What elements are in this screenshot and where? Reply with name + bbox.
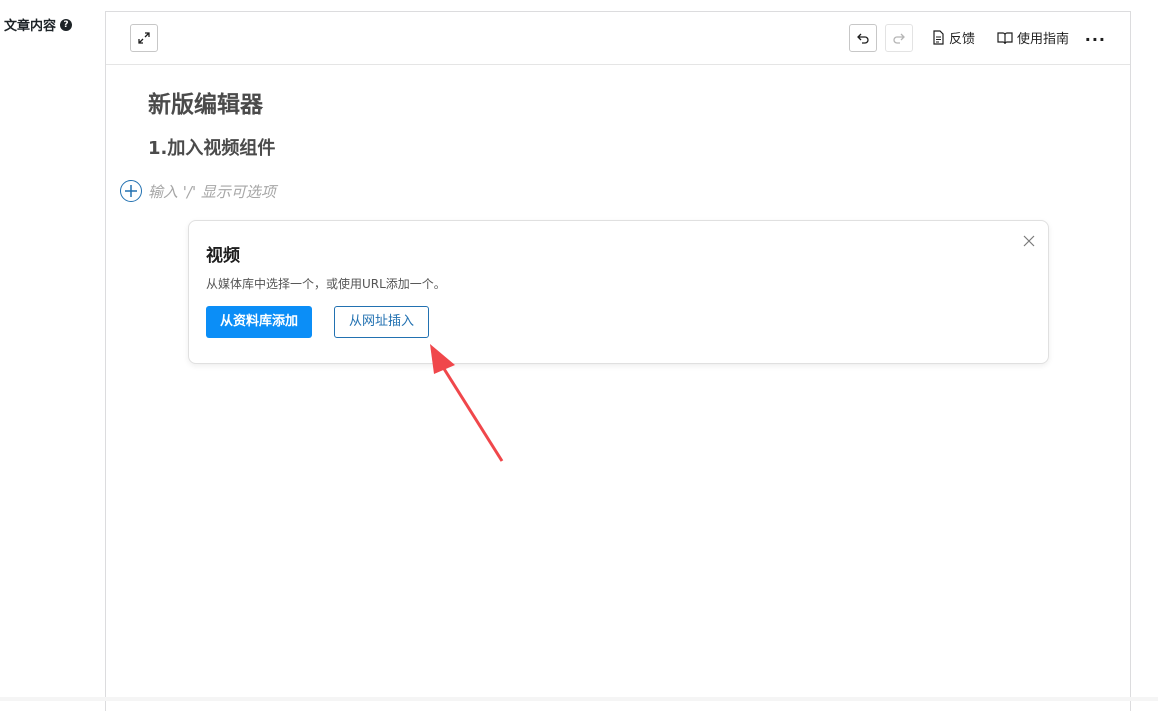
video-block-title: 视频 bbox=[206, 246, 240, 266]
expand-icon[interactable] bbox=[130, 24, 158, 52]
guide-label: 使用指南 bbox=[1017, 32, 1070, 47]
add-block-icon[interactable] bbox=[120, 180, 142, 202]
paragraph-placeholder[interactable]: 输入 '/' 显示可选项 bbox=[148, 181, 276, 202]
post-title[interactable]: 新版编辑器 bbox=[148, 85, 263, 119]
video-block-description: 从媒体库中选择一个，或使用URL添加一个。 bbox=[206, 277, 446, 291]
heading-block[interactable]: 1.加入视频组件 bbox=[148, 134, 275, 160]
feedback-button[interactable]: 反馈 bbox=[932, 28, 975, 47]
more-options-icon[interactable]: ... bbox=[1085, 26, 1106, 45]
add-from-library-button[interactable]: 从资料库添加 bbox=[206, 306, 313, 338]
block-editor: 反馈 使用指南 ... 新版编辑器 1.加入视频组件 输入 '/' 显示可选项 … bbox=[105, 11, 1131, 711]
close-icon[interactable] bbox=[1022, 233, 1036, 247]
redo-icon[interactable] bbox=[885, 24, 913, 52]
book-icon bbox=[997, 31, 1013, 44]
feedback-label: 反馈 bbox=[949, 32, 976, 47]
undo-icon[interactable] bbox=[849, 24, 877, 52]
editor-toolbar: 反馈 使用指南 ... bbox=[106, 12, 1130, 65]
document-icon bbox=[933, 30, 944, 45]
field-label: 文章内容 ? bbox=[4, 15, 73, 34]
guide-button[interactable]: 使用指南 bbox=[997, 28, 1069, 47]
field-label-text: 文章内容 bbox=[4, 19, 57, 34]
insert-from-url-button[interactable]: 从网址插入 bbox=[334, 306, 430, 338]
help-icon[interactable]: ? bbox=[60, 18, 73, 31]
video-block-placeholder: 视频 从媒体库中选择一个，或使用URL添加一个。 从资料库添加 从网址插入 bbox=[188, 220, 1049, 364]
bottom-divider bbox=[0, 697, 1158, 701]
